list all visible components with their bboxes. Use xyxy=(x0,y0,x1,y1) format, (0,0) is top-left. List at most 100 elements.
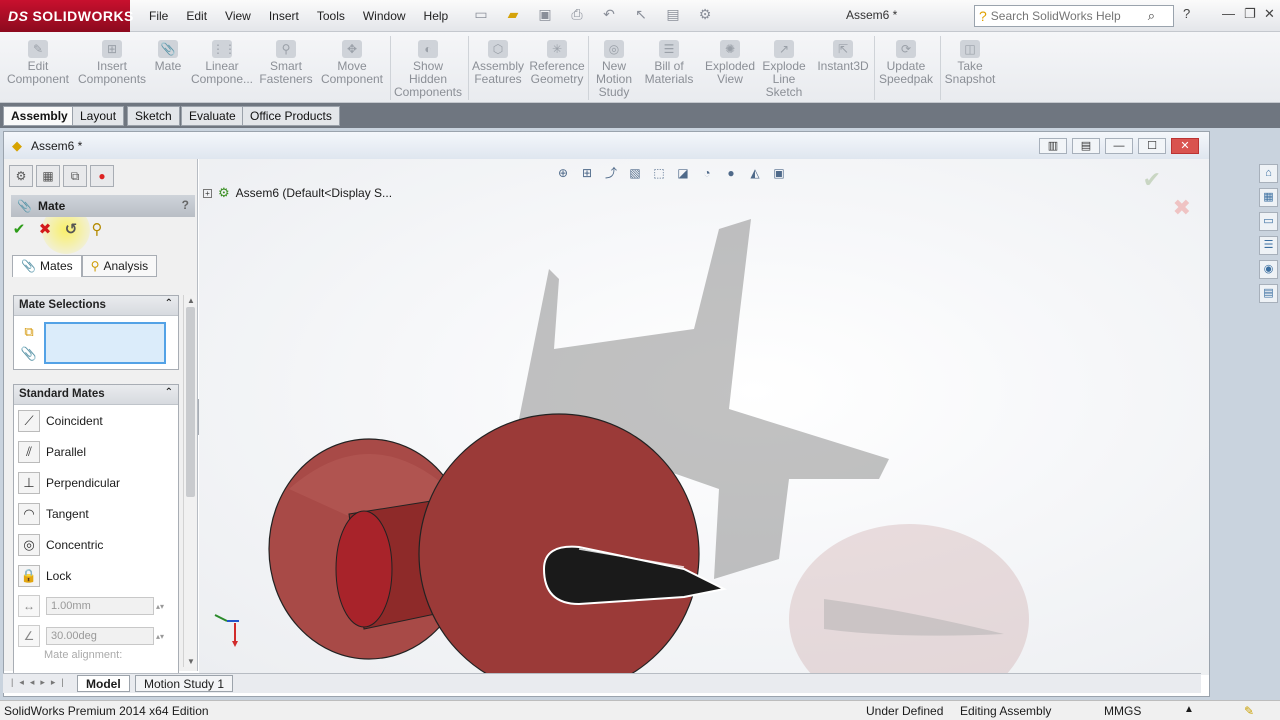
search-help-box[interactable]: ? ⌕ xyxy=(974,5,1174,27)
search-help-input[interactable] xyxy=(990,9,1137,23)
property-manager-tab-icon[interactable]: ▦ xyxy=(36,165,60,187)
explode-line-sketch-button[interactable]: ↗ Explode Line Sketch xyxy=(760,40,808,99)
tab-model[interactable]: Model xyxy=(77,675,130,692)
assembly-features-button[interactable]: ⬡ Assembly Features xyxy=(470,40,526,86)
bill-of-materials-button[interactable]: ☰ Bill of Materials xyxy=(642,40,696,86)
view-palette-icon[interactable]: ☰ xyxy=(1259,236,1278,255)
undo-mate-icon[interactable]: ↺ xyxy=(62,221,80,239)
tile-vertical-icon[interactable]: ▤ xyxy=(1072,138,1100,154)
new-motion-study-button[interactable]: ◎ New Motion Study xyxy=(590,40,638,99)
menu-view[interactable]: View xyxy=(216,7,260,25)
undo-icon[interactable]: ↶ xyxy=(598,6,620,24)
tab-evaluate[interactable]: Evaluate xyxy=(181,106,244,126)
rebuild-icon[interactable]: ▤ xyxy=(662,6,684,24)
zoom-to-fit-icon[interactable]: ⊕ xyxy=(555,165,571,181)
smart-fasteners-button[interactable]: ⚲ Smart Fasteners xyxy=(258,40,314,86)
mate-button[interactable]: 📎 Mate xyxy=(150,40,186,73)
angle-input[interactable] xyxy=(46,627,154,645)
menu-window[interactable]: Window xyxy=(354,7,415,25)
mate-selections-header[interactable]: Mate Selections ⌃ xyxy=(14,296,178,316)
mate-concentric[interactable]: ◎ Concentric xyxy=(14,529,178,560)
close-app-icon[interactable]: ✕ xyxy=(1264,6,1275,22)
tab-assembly[interactable]: Assembly xyxy=(3,106,76,126)
cancel-x-icon[interactable]: ✖ xyxy=(36,221,54,239)
menu-tools[interactable]: Tools xyxy=(308,7,354,25)
update-speedpak-button[interactable]: ⟳ Update Speedpak xyxy=(876,40,936,86)
tab-layout[interactable]: Layout xyxy=(72,106,125,126)
edit-appearance-icon[interactable]: ● xyxy=(723,165,739,181)
new-document-icon[interactable]: ▭ xyxy=(470,6,492,24)
ok-check-icon[interactable]: ✔ xyxy=(10,221,28,239)
maximize-doc-icon[interactable]: ☐ xyxy=(1138,138,1166,154)
mate-tangent[interactable]: ◠ Tangent xyxy=(14,498,178,529)
mate-lock[interactable]: 🔒 Lock xyxy=(14,560,178,591)
solidworks-logo[interactable]: DS SOLIDWORKS xyxy=(0,0,133,32)
units-dropdown-icon[interactable]: ▲ xyxy=(1184,704,1194,715)
instant3d-button[interactable]: ⇱ Instant3D xyxy=(814,40,872,73)
take-snapshot-button[interactable]: ◫ Take Snapshot xyxy=(942,40,998,86)
view-orientation-icon[interactable]: ⬚ xyxy=(651,165,667,181)
help-button[interactable]: ? xyxy=(182,198,189,212)
mate-coincident[interactable]: ⟋ Coincident xyxy=(14,405,178,436)
distance-spinner-icon[interactable]: ▴▾ xyxy=(156,602,164,611)
edit-component-button[interactable]: ✎ Edit Component xyxy=(6,40,70,86)
minimize-app-icon[interactable]: — xyxy=(1222,6,1235,21)
help-question-icon[interactable]: ? xyxy=(1183,6,1190,21)
appearances-scenes-icon[interactable]: ◉ xyxy=(1259,260,1278,279)
move-component-button[interactable]: ✥ Move Component xyxy=(318,40,386,86)
minimize-doc-icon[interactable]: — xyxy=(1105,138,1133,154)
collapse-icon[interactable]: ⌃ xyxy=(165,298,173,309)
solidworks-resources-icon[interactable]: ⌂ xyxy=(1259,164,1278,183)
apply-scene-icon[interactable]: ◭ xyxy=(747,165,763,181)
scroll-up-icon[interactable]: ▲ xyxy=(187,296,195,305)
feature-manager-tab-icon[interactable]: ⚙ xyxy=(9,165,33,187)
save-icon[interactable]: ▣ xyxy=(534,6,556,24)
open-folder-icon[interactable]: ▰ xyxy=(502,6,524,24)
tile-horizontal-icon[interactable]: ▥ xyxy=(1039,138,1067,154)
search-icon[interactable]: ⌕ xyxy=(1148,8,1155,24)
scroll-down-icon[interactable]: ▼ xyxy=(187,657,195,666)
previous-view-icon[interactable]: ⤴ xyxy=(603,165,619,181)
mate-parallel[interactable]: ⫽ Parallel xyxy=(14,436,178,467)
show-hidden-components-button[interactable]: ◐ Show Hidden Components xyxy=(392,40,464,99)
insert-components-button[interactable]: ⊞ Insert Components xyxy=(78,40,146,86)
collapse-icon[interactable]: ⌃ xyxy=(165,387,173,398)
mate-perpendicular[interactable]: ⊥ Perpendicular xyxy=(14,467,178,498)
linear-component-pattern-button[interactable]: ⋮⋮ Linear Compone... xyxy=(190,40,254,86)
expand-icon[interactable]: + xyxy=(203,188,212,198)
tab-office-products[interactable]: Office Products xyxy=(242,106,340,126)
tab-analysis[interactable]: ⚲ Analysis xyxy=(81,255,158,277)
menu-file[interactable]: File xyxy=(140,7,177,25)
menu-edit[interactable]: Edit xyxy=(177,7,216,25)
tab-sketch[interactable]: Sketch xyxy=(127,106,180,126)
view-settings-icon[interactable]: ▣ xyxy=(771,165,787,181)
hide-show-items-icon[interactable]: ◔ xyxy=(699,165,715,181)
tab-motion-study-1[interactable]: Motion Study 1 xyxy=(135,675,234,692)
scroll-thumb[interactable] xyxy=(186,307,195,497)
print-icon[interactable]: ⎙ xyxy=(566,6,588,24)
menu-insert[interactable]: Insert xyxy=(260,7,308,25)
section-view-icon[interactable]: ▧ xyxy=(627,165,643,181)
graphics-viewport[interactable]: ⊕ ⊞ ⤴ ▧ ⬚ ◪ ◔ ● ◭ ▣ + ⚙ Assem6 (Default<… xyxy=(199,159,1209,675)
property-manager-scrollbar[interactable]: ▲ ▼ xyxy=(183,295,196,667)
zoom-to-area-icon[interactable]: ⊞ xyxy=(579,165,595,181)
custom-properties-icon[interactable]: ▤ xyxy=(1259,284,1278,303)
rebuild-indicator-icon[interactable]: ✎ xyxy=(1244,704,1254,718)
unit-system[interactable]: MMGS xyxy=(1104,704,1141,718)
confirm-cancel-icon[interactable]: ✖ xyxy=(1173,195,1191,221)
keep-visible-pushpin-icon[interactable]: ⚲ xyxy=(88,221,106,239)
close-doc-icon[interactable]: ✕ xyxy=(1171,138,1199,154)
tab-mates[interactable]: 📎 Mates xyxy=(12,255,82,277)
angle-spinner-icon[interactable]: ▴▾ xyxy=(156,632,164,641)
standard-mates-header[interactable]: Standard Mates ⌃ xyxy=(14,385,178,405)
distance-input[interactable] xyxy=(46,597,154,615)
restore-app-icon[interactable]: ❐ xyxy=(1244,6,1256,22)
confirm-ok-icon[interactable]: ✔ xyxy=(1143,167,1161,193)
entities-to-mate-selection-box[interactable] xyxy=(44,322,166,364)
options-icon[interactable]: ⚙ xyxy=(694,6,716,24)
tab-scroll-arrows[interactable]: |◂◂▸▸| xyxy=(11,677,70,688)
configuration-manager-tab-icon[interactable]: ⧉ xyxy=(63,165,87,187)
menu-help[interactable]: Help xyxy=(415,7,458,25)
file-explorer-icon[interactable]: ▭ xyxy=(1259,212,1278,231)
display-style-icon[interactable]: ◪ xyxy=(675,165,691,181)
